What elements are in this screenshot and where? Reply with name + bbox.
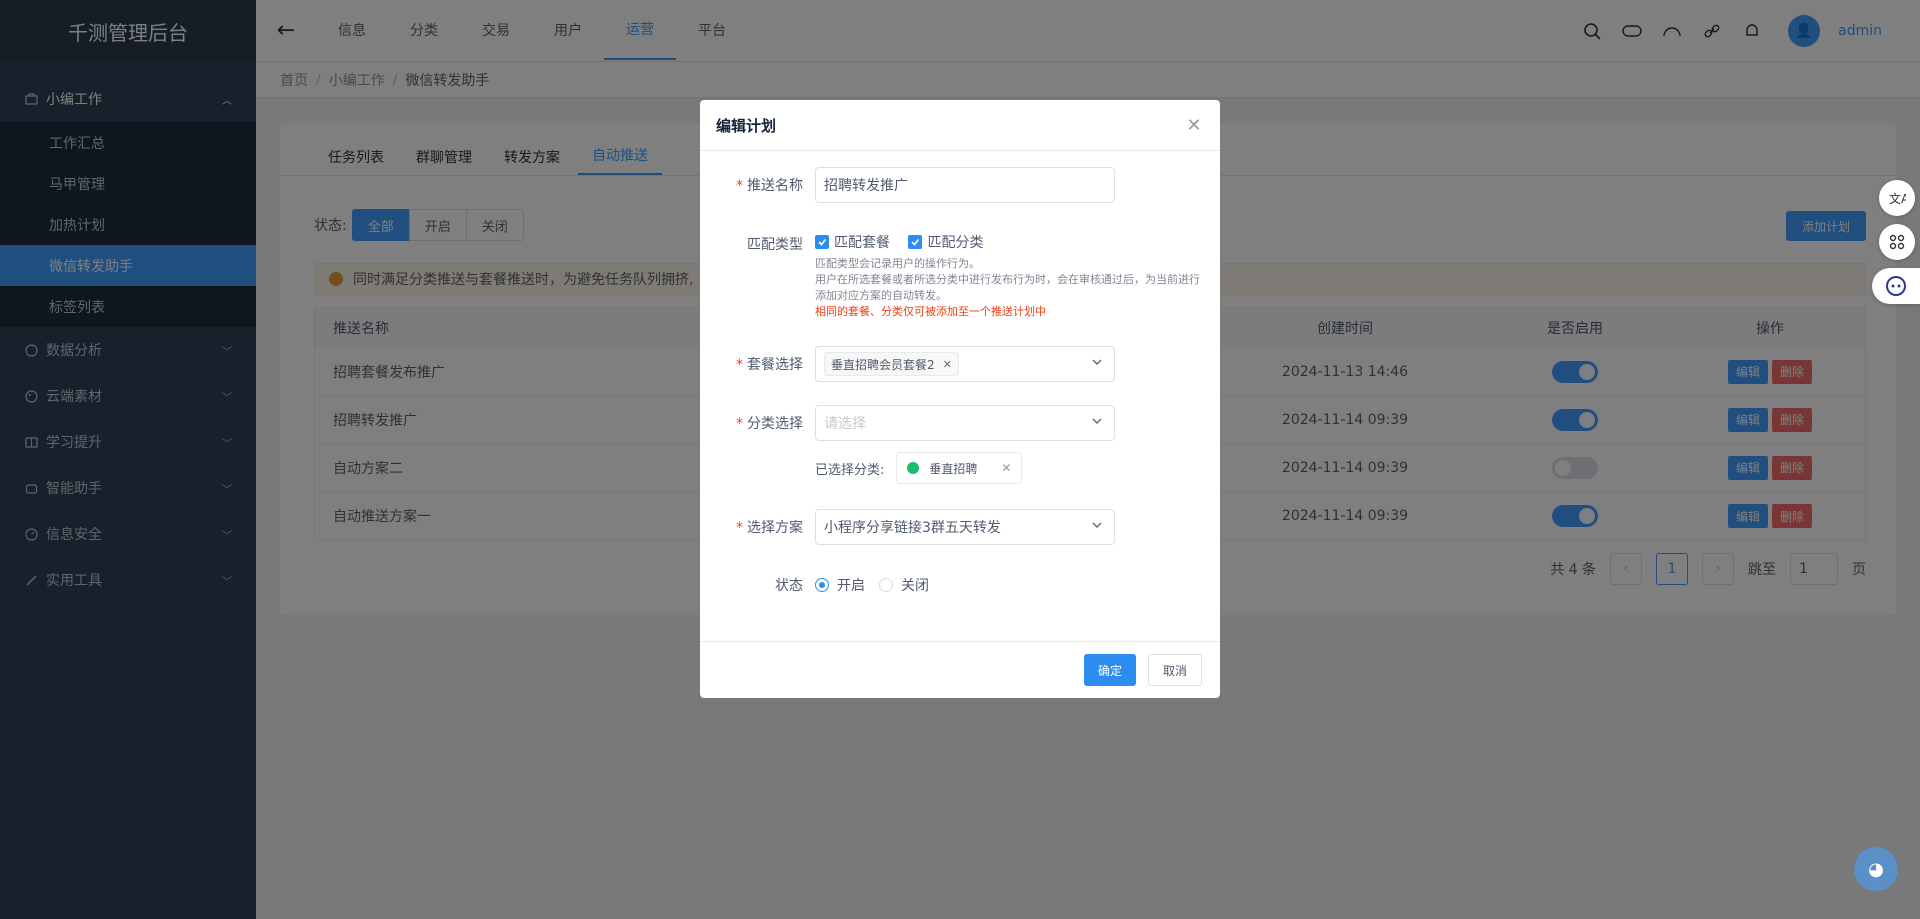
- match-help-2: 用户在所选套餐或者所选分类中进行发布行为时，会在审核通过后，为当前进行添加对应方…: [815, 273, 1200, 302]
- scheme-select[interactable]: 小程序分享链接3群五天转发: [815, 509, 1115, 545]
- package-tag: 垂直招聘会员套餐2 ✕: [824, 352, 959, 376]
- push-name-label: * 推送名称: [736, 178, 803, 194]
- field-push-name: * 推送名称 招聘转发推广: [700, 167, 1220, 203]
- floating-toolbar: 文A: [1872, 180, 1920, 304]
- dialog-footer: 确定 取消: [700, 641, 1220, 698]
- chat-robot-icon[interactable]: ◕: [1854, 847, 1898, 891]
- selected-category-tag: 垂直招聘 ✕: [896, 452, 1023, 484]
- match-type-label: 匹配类型: [747, 237, 803, 253]
- tag-close-icon[interactable]: ✕: [943, 358, 952, 371]
- push-name-input[interactable]: 招聘转发推广: [815, 167, 1115, 203]
- edit-plan-dialog: 编辑计划 ✕ * 推送名称 招聘转发推广 匹配类型 匹配套餐 匹配分类 匹配类型会…: [700, 100, 1220, 698]
- close-icon[interactable]: ✕: [1184, 115, 1204, 136]
- category-select[interactable]: 请选择: [815, 405, 1115, 441]
- checkbox-checked-icon: [815, 235, 829, 249]
- status-label: 状态: [775, 578, 803, 594]
- confirm-button[interactable]: 确定: [1083, 654, 1136, 686]
- category-label: * 分类选择: [736, 416, 803, 432]
- dialog-header: 编辑计划 ✕: [700, 100, 1220, 151]
- field-scheme: * 选择方案 小程序分享链接3群五天转发: [700, 509, 1220, 545]
- package-label: * 套餐选择: [736, 357, 803, 373]
- field-status: 状态 开启 关闭: [700, 575, 1220, 595]
- chevron-down-icon: [1092, 359, 1102, 365]
- field-match-type: 匹配类型 匹配套餐 匹配分类 匹配类型会记录用户的操作行为。 用户在所选套餐或者…: [700, 232, 1220, 320]
- translate-icon[interactable]: 文A: [1879, 180, 1915, 216]
- match-help-1: 匹配类型会记录用户的操作行为。: [815, 257, 980, 270]
- radio-unchecked-icon: [879, 578, 893, 592]
- field-package: * 套餐选择 垂直招聘会员套餐2 ✕: [700, 346, 1220, 382]
- field-selected-category: 已选择分类: 垂直招聘 ✕: [700, 452, 1220, 484]
- match-category-checkbox[interactable]: 匹配分类: [908, 232, 983, 252]
- green-dot-icon: [907, 462, 920, 474]
- radio-checked-icon: [815, 578, 829, 592]
- command-icon[interactable]: [1879, 224, 1915, 260]
- match-type-group: 匹配套餐 匹配分类 匹配类型会记录用户的操作行为。 用户在所选套餐或者所选分类中…: [815, 232, 1205, 320]
- chevron-down-icon: [1092, 522, 1102, 528]
- field-category: * 分类选择 请选择: [700, 405, 1220, 441]
- assistant-icon[interactable]: [1872, 268, 1920, 304]
- match-package-checkbox[interactable]: 匹配套餐: [815, 232, 890, 252]
- svg-text:文A: 文A: [1889, 191, 1906, 206]
- tag-close-icon[interactable]: ✕: [1001, 461, 1011, 475]
- cancel-button[interactable]: 取消: [1147, 654, 1202, 686]
- status-off-radio[interactable]: 关闭: [879, 575, 929, 595]
- chevron-down-icon: [1092, 418, 1102, 424]
- scheme-label: * 选择方案: [736, 520, 803, 536]
- checkbox-checked-icon: [908, 235, 923, 249]
- package-select[interactable]: 垂直招聘会员套餐2 ✕: [815, 346, 1115, 382]
- status-on-radio[interactable]: 开启: [815, 575, 865, 595]
- selected-category-label: 已选择分类:: [815, 462, 885, 478]
- dialog-title: 编辑计划: [716, 116, 777, 135]
- match-help-warning: 相同的套餐、分类仅可被添加至一个推送计划中: [815, 305, 1046, 318]
